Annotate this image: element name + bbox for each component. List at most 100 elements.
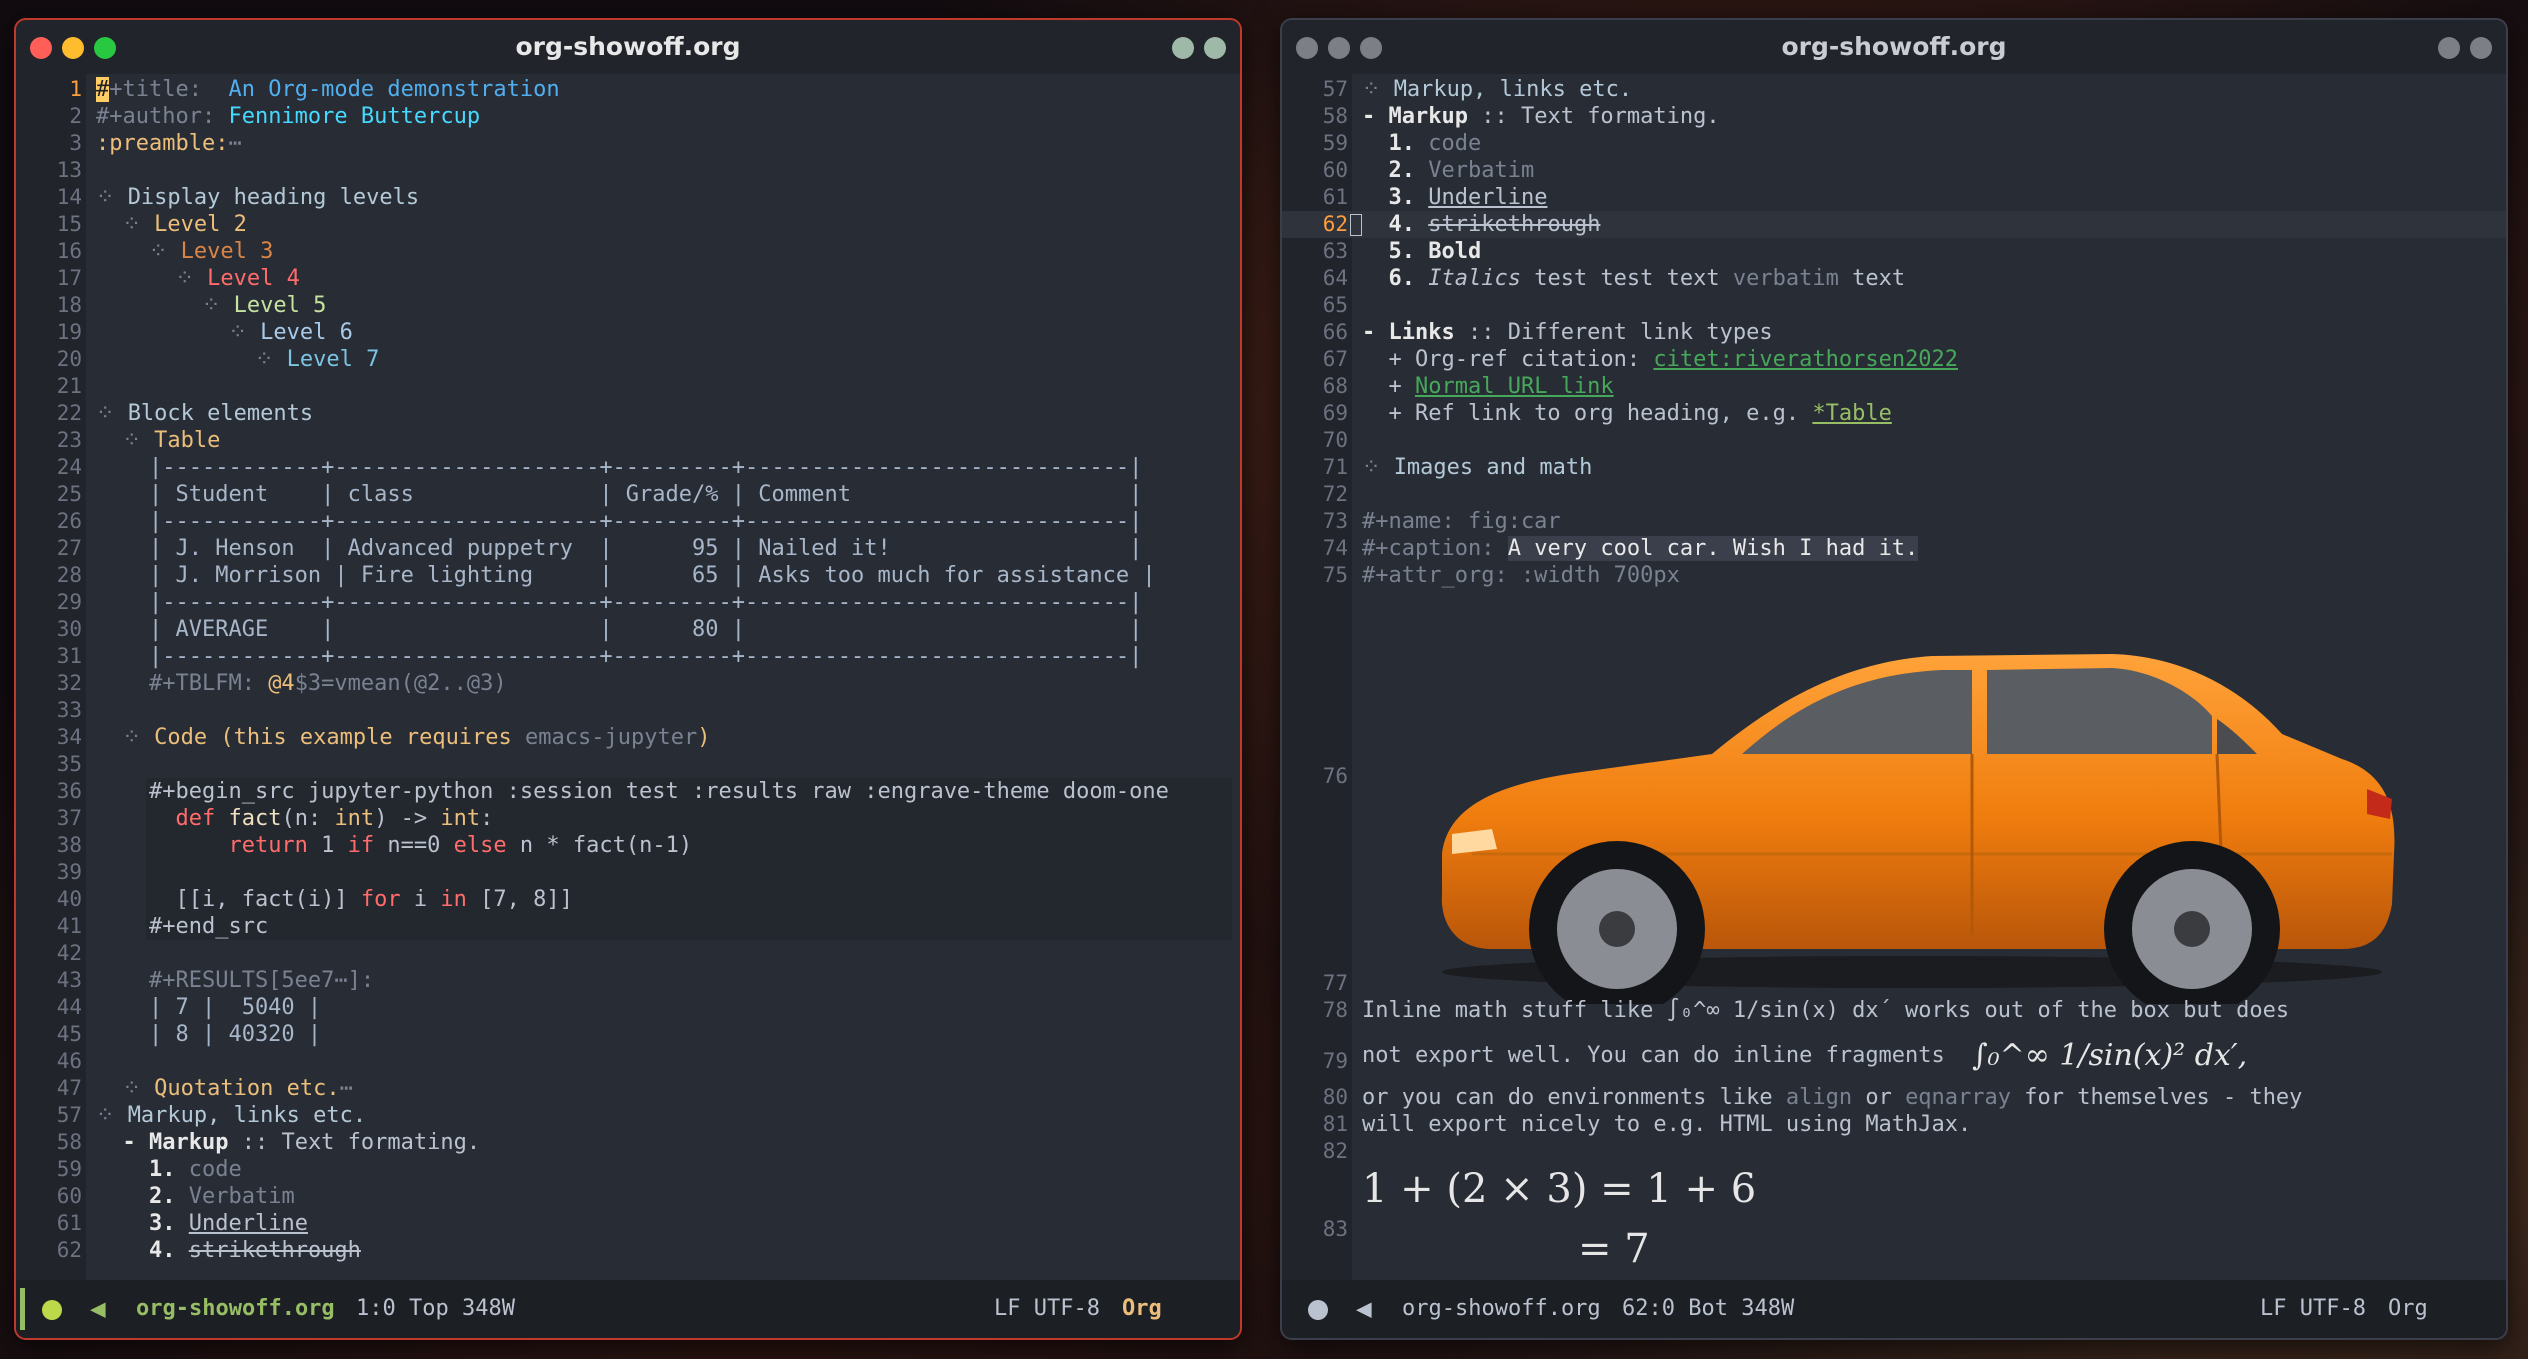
line-text[interactable]: ⁘ Table	[96, 427, 220, 454]
line-text[interactable]: ⁘ Block elements	[96, 400, 313, 427]
line-45[interactable]: 45 | 8 | 40320 |	[16, 1021, 1240, 1048]
line-33[interactable]: 33	[16, 697, 1240, 724]
line-58[interactable]: 58 - Markup :: Text formating.	[16, 1129, 1240, 1156]
line-62[interactable]: 62 4. strikethrough	[16, 1237, 1240, 1264]
line-text[interactable]: ⁘ Level 3	[96, 238, 273, 265]
line-text[interactable]: - Links :: Different link types	[1362, 319, 1773, 346]
line-68[interactable]: 68 + Normal URL link	[1282, 373, 2506, 400]
line-70[interactable]: 70	[1282, 427, 2506, 454]
line-text[interactable]: ⁘ Images and math	[1362, 454, 1592, 481]
line-text[interactable]: #+title: An Org-mode demonstration	[96, 76, 560, 103]
modeline-major-mode[interactable]: Org	[2388, 1280, 2428, 1338]
line-text[interactable]: |------------+--------------------+-----…	[96, 454, 1142, 481]
left-editor-window[interactable]: org-showoff.org 1 #+title: An Org-mode de…	[14, 18, 1242, 1340]
line-61[interactable]: 61 3. Underline	[16, 1210, 1240, 1237]
line-24[interactable]: 24 |------------+--------------------+--…	[16, 454, 1240, 481]
line-text[interactable]: ⁘ Level 7	[96, 346, 379, 373]
line-57[interactable]: 57 ⁘ Markup, links etc.	[16, 1102, 1240, 1129]
line-text[interactable]: ⁘ Level 5	[96, 292, 326, 319]
modeline-filename[interactable]: org-showoff.org	[136, 1280, 335, 1338]
line-19[interactable]: 19 ⁘ Level 6	[16, 319, 1240, 346]
line-text[interactable]: [[i, fact(i)] for i in [7, 8]]	[96, 886, 572, 913]
line-1[interactable]: 1 #+title: An Org-mode demonstration	[16, 76, 1240, 103]
line-text[interactable]: | J. Henson | Advanced puppetry | 95 | N…	[96, 535, 1142, 562]
line-text[interactable]: 3. Underline	[1362, 184, 1548, 211]
line-73[interactable]: 73 #+name: fig:car	[1282, 508, 2506, 535]
line-16[interactable]: 16 ⁘ Level 3	[16, 238, 1240, 265]
line-44[interactable]: 44 | 7 | 5040 |	[16, 994, 1240, 1021]
line-60[interactable]: 60 2. Verbatim	[1282, 157, 2506, 184]
right-editor-window[interactable]: org-showoff.org 76 77 78 Inline math stu…	[1280, 18, 2508, 1340]
line-22[interactable]: 22 ⁘ Block elements	[16, 400, 1240, 427]
line-42[interactable]: 42	[16, 940, 1240, 967]
line-64[interactable]: 64 6. Italics test test text verbatim te…	[1282, 265, 2506, 292]
line-58[interactable]: 58- Markup :: Text formating.	[1282, 103, 2506, 130]
line-36[interactable]: 36 #+begin_src jupyter-python :session t…	[16, 778, 1240, 805]
line-41[interactable]: 41 #+end_src	[16, 913, 1240, 940]
line-27[interactable]: 27 | J. Henson | Advanced puppetry | 95 …	[16, 535, 1240, 562]
line-text[interactable]: | J. Morrison | Fire lighting | 65 | Ask…	[96, 562, 1156, 589]
line-text[interactable]: | AVERAGE | | 80 | |	[96, 616, 1142, 643]
line-text[interactable]: + Org-ref citation: citet:riverathorsen2…	[1362, 346, 1958, 373]
line-63[interactable]: 63 5. Bold	[1282, 238, 2506, 265]
line-74[interactable]: 74 #+caption: A very cool car. Wish I had…	[1282, 535, 2506, 562]
line-text[interactable]: #+begin_src jupyter-python :session test…	[96, 778, 1182, 805]
line-text[interactable]: 2. Verbatim	[96, 1183, 295, 1210]
line-62[interactable]: 62 4. strikethrough	[1282, 211, 2506, 238]
line-text[interactable]: | 8 | 40320 |	[96, 1021, 321, 1048]
line-text[interactable]: ⁘ Display heading levels	[96, 184, 419, 211]
line-46[interactable]: 46	[16, 1048, 1240, 1075]
line-69[interactable]: 69 + Ref link to org heading, e.g. *Tabl…	[1282, 400, 2506, 427]
line-14[interactable]: 14 ⁘ Display heading levels	[16, 184, 1240, 211]
modeline-filename[interactable]: org-showoff.org	[1402, 1280, 1601, 1338]
line-15[interactable]: 15 ⁘ Level 2	[16, 211, 1240, 238]
line-2[interactable]: 2 #+author: Fennimore Buttercup	[16, 103, 1240, 130]
line-28[interactable]: 28 | J. Morrison | Fire lighting | 65 | …	[16, 562, 1240, 589]
line-text[interactable]: |------------+--------------------+-----…	[96, 643, 1142, 670]
modeline-encoding[interactable]: LF UTF-8	[994, 1280, 1100, 1338]
line-text[interactable]: ⁘ Level 2	[96, 211, 246, 238]
line-text[interactable]: 6. Italics test test text verbatim text	[1362, 265, 1906, 292]
line-57[interactable]: 57 ⁘ Markup, links etc.	[1282, 76, 2506, 103]
line-text[interactable]: #+caption: A very cool car. Wish I had i…	[1362, 535, 1919, 562]
line-text[interactable]: ⁘ Code (this example requires emacs-jupy…	[96, 724, 710, 751]
line-40[interactable]: 40 [[i, fact(i)] for i in [7, 8]]	[16, 886, 1240, 913]
line-35[interactable]: 35	[16, 751, 1240, 778]
modeline-encoding[interactable]: LF UTF-8	[2260, 1280, 2366, 1338]
line-60[interactable]: 60 2. Verbatim	[16, 1183, 1240, 1210]
line-text[interactable]: ⁘ Markup, links etc.	[96, 1102, 366, 1129]
line-65[interactable]: 65	[1282, 292, 2506, 319]
line-17[interactable]: 17 ⁘ Level 4	[16, 265, 1240, 292]
left-titlebar[interactable]: org-showoff.org	[16, 20, 1240, 74]
line-21[interactable]: 21	[16, 373, 1240, 400]
line-34[interactable]: 34 ⁘ Code (this example requires emacs-j…	[16, 724, 1240, 751]
line-text[interactable]: #+attr_org: :width 700px	[1362, 562, 1680, 589]
line-text[interactable]: - Markup :: Text formating.	[96, 1129, 480, 1156]
line-47[interactable]: 47 ⁘ Quotation etc.⋯	[16, 1075, 1240, 1102]
line-text[interactable]: #+end_src	[96, 913, 281, 940]
line-text[interactable]: #+RESULTS[5ee7⋯]:	[96, 967, 374, 994]
line-text[interactable]: #+author: Fennimore Buttercup	[96, 103, 480, 130]
line-text[interactable]: 4. strikethrough	[1350, 211, 1600, 238]
toolbar-dot-icon[interactable]	[1204, 37, 1226, 59]
line-text[interactable]: | Student | class | Grade/% | Comment |	[96, 481, 1142, 508]
line-text[interactable]: ⁘ Markup, links etc.	[1362, 76, 1632, 103]
line-37[interactable]: 37 def fact(n: int) -> int:	[16, 805, 1240, 832]
line-32[interactable]: 32 #+TBLFM: @4$3=vmean(@2..@3)	[16, 670, 1240, 697]
line-18[interactable]: 18 ⁘ Level 5	[16, 292, 1240, 319]
line-30[interactable]: 30 | AVERAGE | | 80 | |	[16, 616, 1240, 643]
line-text[interactable]: | 7 | 5040 |	[96, 994, 321, 1021]
line-text[interactable]: + Ref link to org heading, e.g. *Table	[1362, 400, 1891, 427]
line-text[interactable]: def fact(n: int) -> int:	[96, 805, 493, 832]
line-3[interactable]: 3:preamble:⋯	[16, 130, 1240, 157]
line-75[interactable]: 75 #+attr_org: :width 700px	[1282, 562, 2506, 589]
line-text[interactable]: 5. Bold	[1362, 238, 1482, 265]
line-text[interactable]: 3. Underline	[96, 1210, 308, 1237]
line-text[interactable]: ⁘ Quotation etc.⋯	[96, 1075, 352, 1102]
line-20[interactable]: 20 ⁘ Level 7	[16, 346, 1240, 373]
line-text[interactable]: ⁘ Level 6	[96, 319, 352, 346]
line-38[interactable]: 38 return 1 if n==0 else n * fact(n-1)	[16, 832, 1240, 859]
toolbar-dot-icon[interactable]	[2470, 37, 2492, 59]
line-text[interactable]: #+name: fig:car	[1362, 508, 1561, 535]
modeline-major-mode[interactable]: Org	[1122, 1280, 1162, 1338]
